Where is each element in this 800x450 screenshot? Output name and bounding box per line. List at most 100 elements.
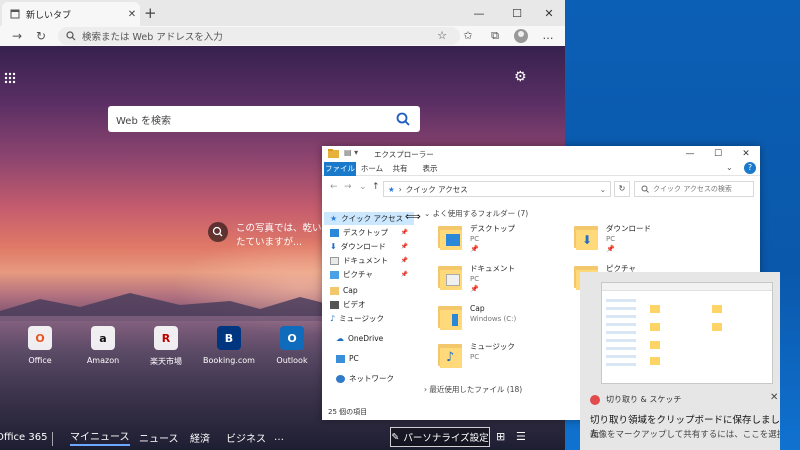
folder-documents[interactable]: ドキュメント PC 📌	[438, 264, 558, 300]
minimize-button[interactable]: —	[676, 146, 704, 162]
forward-icon[interactable]: →	[344, 182, 352, 192]
snip-notification[interactable]: 切り取り & スケッチ ✕ 切り取り領域をクリップボードに保存しました 画像をマ…	[580, 272, 780, 450]
nav-business[interactable]: ビジネス	[226, 430, 266, 445]
address-bar[interactable]: 検索または Web アドレスを入力	[58, 27, 460, 45]
close-icon[interactable]: ✕	[770, 392, 778, 403]
add-favorite-icon[interactable]: ☆	[434, 28, 450, 44]
nav-label: デスクトップ	[343, 228, 388, 237]
maximize-button[interactable]: ☐	[500, 0, 534, 26]
up-icon[interactable]: ↑	[372, 182, 380, 192]
personalize-button[interactable]: ✎ パーソナライズ設定	[390, 427, 490, 447]
nav-quick-access[interactable]: ★ クイック アクセス	[324, 212, 414, 225]
close-button[interactable]: ✕	[532, 0, 565, 26]
back-icon[interactable]: ←	[330, 182, 338, 192]
nav-desktop[interactable]: デスクトップ 📌	[330, 226, 414, 239]
tile-label: 楽天市場	[150, 357, 182, 366]
search-placeholder: Web を検索	[116, 115, 171, 127]
nav-documents[interactable]: ドキュメント 📌	[330, 254, 414, 267]
nav-cap[interactable]: Cap	[330, 284, 414, 297]
nav-videos[interactable]: ビデオ	[330, 298, 414, 311]
folder-cap[interactable]: Cap Windows (C:)	[438, 304, 558, 340]
tab-view[interactable]: 表示	[420, 162, 440, 176]
frequent-folders-header[interactable]: ⌄ よく使用するフォルダー (7)	[424, 208, 528, 219]
grid-view-icon[interactable]: ⊞	[496, 430, 505, 443]
refresh-icon[interactable]: ↻	[32, 27, 50, 45]
folder-location: Windows (C:)	[470, 315, 517, 323]
star-icon: ★	[388, 184, 395, 194]
favorites-icon[interactable]: ✩	[460, 28, 476, 44]
quick-access-toolbar-icon[interactable]: ▤ ▾	[344, 148, 358, 157]
pin-icon: 📌	[470, 245, 479, 253]
explorer-title: エクスプローラー	[374, 150, 434, 159]
nav-music[interactable]: ♪ ミュージック	[330, 312, 414, 325]
explorer-address-bar[interactable]: ★ › クイック アクセス ⌄	[383, 181, 611, 197]
chevron-down-icon[interactable]: ⌄	[726, 163, 733, 172]
explorer-search[interactable]: クイック アクセスの検索	[634, 181, 754, 197]
quick-link-amazon[interactable]: a Amazon	[77, 326, 129, 367]
gear-icon[interactable]: ⚙	[514, 69, 527, 85]
recent-files-header[interactable]: › 最近使用したファイル (18)	[424, 384, 522, 395]
pencil-icon: ✎	[391, 431, 400, 443]
nav-label: ミュージック	[339, 314, 384, 323]
nav-news[interactable]: ニュース	[139, 430, 179, 445]
document-icon	[330, 256, 339, 265]
apps-grid-icon[interactable]	[4, 72, 16, 84]
folder-desktop[interactable]: デスクトップ PC 📌	[438, 224, 558, 260]
nav-more[interactable]: …	[274, 432, 284, 443]
recent-locations-icon[interactable]: ⌄	[359, 182, 367, 192]
search-icon[interactable]	[396, 112, 420, 126]
tile-label: Amazon	[86, 356, 120, 365]
list-view-icon[interactable]: ☰	[516, 430, 526, 443]
nav-office365[interactable]: Office 365	[0, 432, 47, 443]
quick-link-office[interactable]: O Office	[14, 326, 66, 367]
profile-avatar[interactable]	[514, 29, 528, 43]
tile-label: Booking.com	[203, 356, 255, 365]
tile-label: Outlook	[276, 356, 308, 365]
notification-body: 画像をマークアップして共有するには、ここを選択してくださ	[590, 430, 780, 440]
folder-icon	[438, 224, 464, 250]
maximize-button[interactable]: ☐	[704, 146, 732, 162]
quick-link-booking[interactable]: B Booking.com	[203, 326, 255, 367]
folder-downloads[interactable]: ⬇ ダウンロード PC 📌	[574, 224, 694, 260]
chevron-down-icon[interactable]: ⌄	[600, 185, 606, 194]
tab-close-icon[interactable]: ✕	[124, 9, 140, 20]
close-button[interactable]: ✕	[732, 146, 760, 162]
refresh-icon[interactable]: ↻	[614, 181, 630, 197]
help-icon[interactable]: ?	[744, 162, 756, 174]
nav-downloads[interactable]: ⬇ ダウンロード 📌	[330, 240, 414, 253]
nav-pictures[interactable]: ピクチャ 📌	[330, 268, 414, 281]
more-menu-icon[interactable]: …	[540, 28, 556, 44]
nav-onedrive[interactable]: ☁ OneDrive	[336, 332, 420, 345]
tab-share[interactable]: 共有	[390, 162, 410, 176]
news-bar: Office 365 マイニュース ニュース 経済 ビジネス … ✎ パーソナラ…	[0, 424, 565, 450]
nav-my-news[interactable]: マイニュース	[70, 428, 130, 446]
quick-link-outlook[interactable]: O Outlook	[266, 326, 318, 367]
address-placeholder: 検索または Web アドレスを入力	[82, 32, 223, 43]
nav-economy[interactable]: 経済	[190, 430, 210, 445]
rakuten-icon: R	[154, 326, 178, 350]
explorer-address-row: ← → ⌄ ↑ ★ › クイック アクセス ⌄ ↻ クイック アクセスの検索	[322, 178, 760, 200]
thumbnail-folder	[650, 305, 660, 313]
ribbon-tabs: ファイル ホーム 共有 表示 ⌄ ?	[322, 162, 760, 176]
nav-pc[interactable]: PC	[336, 352, 420, 365]
web-search-box[interactable]: Web を検索	[108, 106, 420, 132]
nav-label: ピクチャ	[343, 270, 373, 279]
nav-network[interactable]: ネットワーク	[336, 372, 420, 385]
tab-file[interactable]: ファイル	[324, 162, 356, 176]
nav-label: OneDrive	[348, 334, 384, 343]
folder-location: PC	[470, 235, 480, 243]
minimize-button[interactable]: —	[462, 0, 496, 26]
tab-bar: 新しいタブ ✕ + — ☐ ✕	[0, 0, 565, 26]
photo-info[interactable]: この写真では、乾いたていますが...	[208, 222, 322, 250]
folder-music[interactable]: ♪ ミュージック PC	[438, 342, 558, 378]
screenshot-thumbnail[interactable]	[601, 282, 773, 384]
quick-link-rakuten[interactable]: R 楽天市場	[140, 326, 192, 367]
new-tab-button[interactable]: +	[144, 4, 157, 22]
tab-new-tab[interactable]: 新しいタブ ✕	[2, 2, 140, 26]
collections-icon[interactable]: ⧉	[487, 28, 503, 44]
notification-app: 切り取り & スケッチ	[590, 394, 681, 405]
camera-icon[interactable]	[208, 222, 228, 242]
pin-icon: 📌	[606, 245, 615, 253]
forward-icon[interactable]: →	[8, 27, 26, 45]
tab-home[interactable]: ホーム	[360, 162, 384, 176]
